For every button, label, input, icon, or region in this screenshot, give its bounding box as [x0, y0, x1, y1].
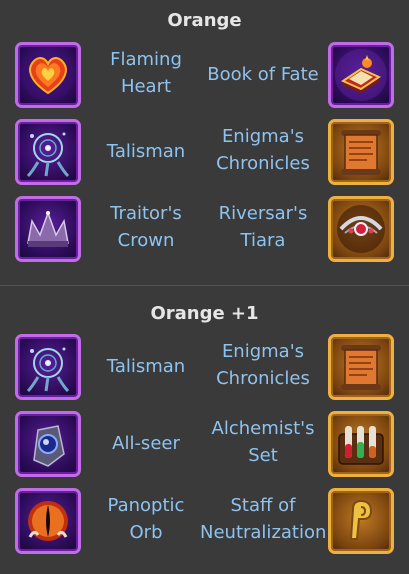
- label-line: All-seer: [112, 433, 180, 454]
- label-line: Panoptic: [107, 495, 185, 516]
- label-line: Flaming: [110, 49, 182, 70]
- item-label-staff-of-neutralization[interactable]: Staff of Neutralization: [200, 492, 326, 546]
- flaming-heart-icon[interactable]: [15, 42, 81, 108]
- scroll-icon[interactable]: [328, 334, 394, 400]
- item-label-riversars-tiara[interactable]: Riversar's Tiara: [200, 200, 326, 254]
- label-line: Traitor's: [110, 203, 182, 224]
- crown-icon[interactable]: [15, 196, 81, 262]
- label-line: Tiara: [240, 230, 286, 251]
- book-of-fate-icon[interactable]: [328, 42, 394, 108]
- label-line: Staff of: [230, 495, 296, 516]
- label-line: Crown: [117, 230, 175, 251]
- item-label-all-seer[interactable]: All-seer: [96, 430, 196, 457]
- label-line: Riversar's: [218, 203, 308, 224]
- item-label-traitors-crown[interactable]: Traitor's Crown: [96, 200, 196, 254]
- item-row: Traitor's Crown Riversar's Tiara: [0, 196, 409, 270]
- item-label-enigmas-chronicles[interactable]: Enigma's Chronicles: [200, 338, 326, 392]
- item-label-book-of-fate[interactable]: Book of Fate: [200, 61, 326, 88]
- scroll-icon[interactable]: [328, 119, 394, 185]
- label-line: Chronicles: [216, 153, 310, 174]
- label-line: Chronicles: [216, 368, 310, 389]
- item-label-talisman[interactable]: Talisman: [96, 138, 196, 165]
- item-row: All-seer Alchemist's Set: [0, 411, 409, 485]
- item-row: Talisman Enigma's Chronicles: [0, 119, 409, 193]
- label-line: Talisman: [106, 141, 186, 162]
- label-line: Alchemist's: [211, 418, 315, 439]
- item-label-enigmas-chronicles[interactable]: Enigma's Chronicles: [200, 123, 326, 177]
- talisman-icon[interactable]: [15, 119, 81, 185]
- label-line: Enigma's: [221, 341, 305, 362]
- panoptic-orb-icon[interactable]: [15, 488, 81, 554]
- talisman-icon[interactable]: [15, 334, 81, 400]
- section-title-orange: Orange: [167, 10, 242, 31]
- all-seer-icon[interactable]: [15, 411, 81, 477]
- alchemist-set-icon[interactable]: [328, 411, 394, 477]
- label-line: Enigma's: [221, 126, 305, 147]
- label-line: Heart: [120, 76, 172, 97]
- label-line: Neutralization: [200, 522, 327, 543]
- label-line: Book of Fate: [207, 64, 319, 85]
- label-line: Orb: [129, 522, 163, 543]
- item-label-panoptic-orb[interactable]: Panoptic Orb: [96, 492, 196, 546]
- item-label-talisman[interactable]: Talisman: [96, 353, 196, 380]
- item-row: Flaming Heart Book of Fate: [0, 42, 409, 116]
- item-row: Panoptic Orb Staff of Neutralization: [0, 488, 409, 562]
- section-divider: [0, 285, 409, 286]
- section-title-orange-plus-1: Orange +1: [150, 303, 259, 324]
- item-row: Talisman Enigma's Chronicles: [0, 334, 409, 408]
- tiara-icon[interactable]: [328, 196, 394, 262]
- item-label-flaming-heart[interactable]: Flaming Heart: [96, 46, 196, 100]
- label-line: Talisman: [106, 356, 186, 377]
- staff-icon[interactable]: [328, 488, 394, 554]
- label-line: Set: [248, 445, 278, 466]
- item-label-alchemists-set[interactable]: Alchemist's Set: [200, 415, 326, 469]
